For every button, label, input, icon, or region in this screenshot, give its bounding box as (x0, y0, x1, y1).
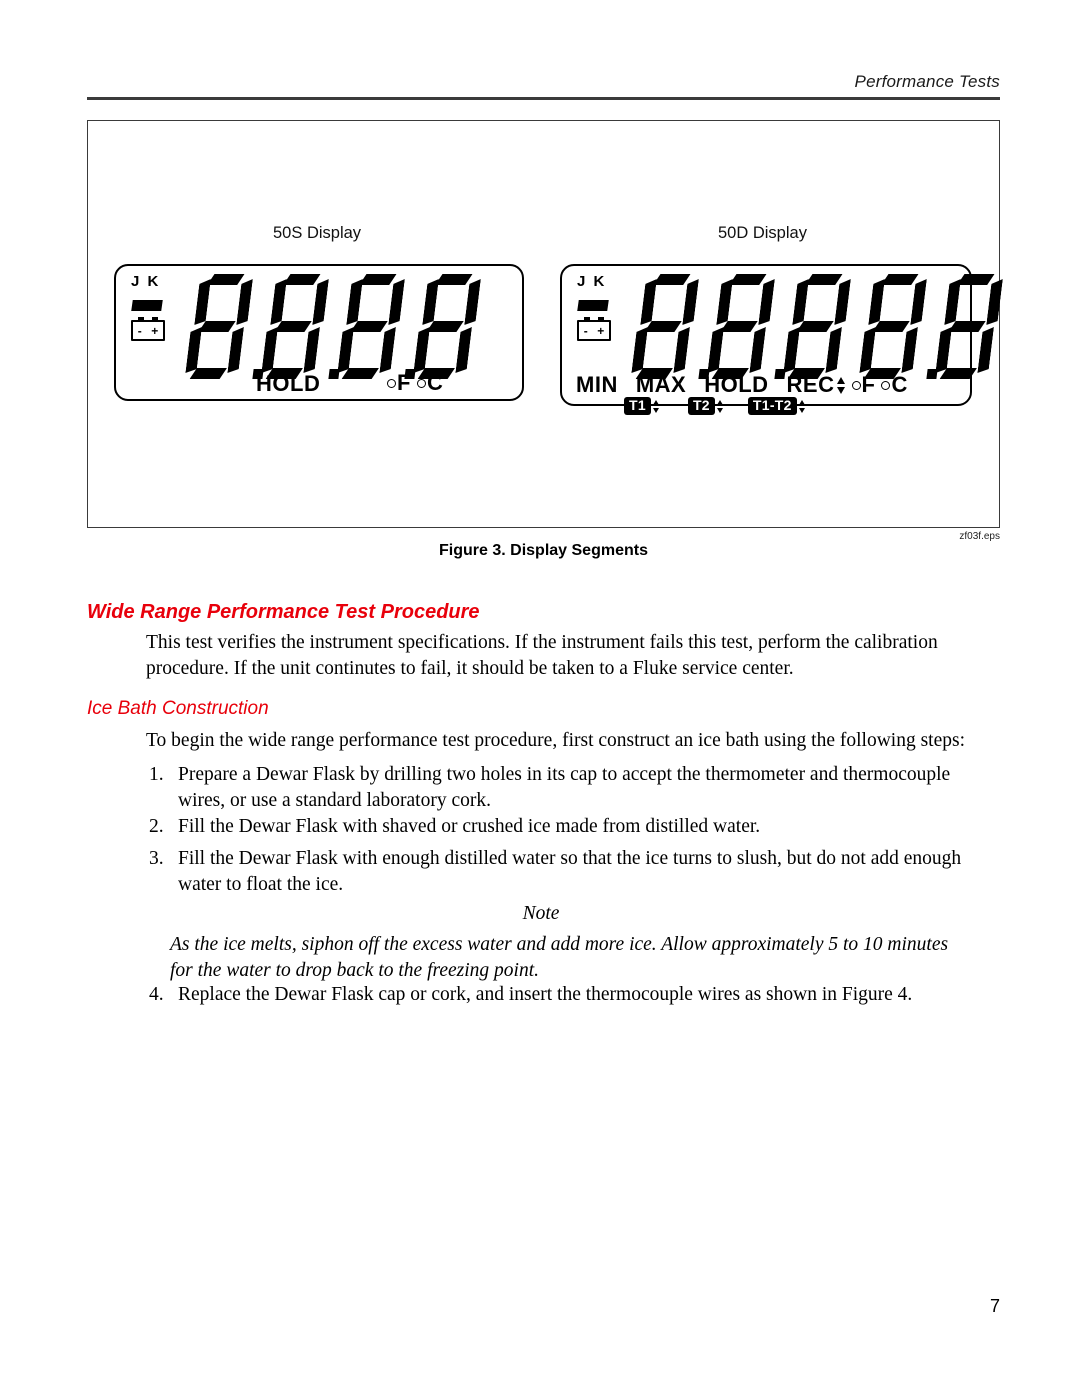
up-down-arrow-icon-t1-t2 (798, 399, 806, 413)
figure-box: 50S Display 50D Display J K - + HOLD F C… (87, 120, 1000, 528)
list-item: 4. Replace the Dewar Flask cap or cork, … (146, 982, 1000, 1008)
negative-sign-icon-50s (131, 300, 163, 311)
display-titles: 50S Display 50D Display (88, 224, 1001, 246)
list-item: 2. Fill the Dewar Flask with shaved or c… (146, 814, 1000, 840)
seven-segment-digits-50d (636, 273, 1002, 381)
battery-minus-label-50d: - (583, 323, 588, 338)
up-down-arrow-icon-rec (836, 376, 846, 394)
channel-badge-t1: T1 (624, 397, 651, 416)
subsection-heading-ice-bath: Ice Bath Construction (87, 698, 269, 719)
seven-segment-digit (705, 273, 780, 381)
lcd-panel-50d: J K - + MIN MAX HOLD REC F C T1 T2 T1-T2 (560, 264, 972, 416)
list-item-text: Fill the Dewar Flask with enough distill… (178, 848, 962, 895)
degree-icon-c-50d (881, 380, 891, 390)
thermocouple-type-label-50d: J K (577, 273, 607, 290)
display-title-50d: 50D Display (718, 224, 807, 242)
hold-label-50s: HOLD (256, 371, 321, 396)
list-item: 1. Prepare a Dewar Flask by drilling two… (146, 762, 1000, 814)
up-down-arrow-icon-t2 (716, 399, 724, 413)
battery-minus-label-50s: - (137, 323, 142, 338)
list-item-number: 1. (149, 764, 164, 785)
rec-label-50d: REC (786, 372, 835, 397)
figure-caption: Figure 3. Display Segments (439, 542, 648, 559)
seven-segment-digit (183, 273, 258, 381)
battery-icon-50s: - + (131, 317, 165, 341)
battery-plus-label-50d: + (597, 323, 605, 338)
list-item-text: Prepare a Dewar Flask by drilling two ho… (178, 764, 951, 811)
fahrenheit-label-50s: F (397, 370, 411, 395)
battery-plus-label-50s: + (151, 323, 159, 338)
display-title-50s: 50S Display (273, 224, 362, 242)
seven-segment-digit (411, 273, 486, 381)
degree-icon-c-50s (416, 378, 426, 388)
list-item-number: 2. (149, 816, 164, 837)
seven-segment-digits-50s (190, 273, 480, 381)
list-item-number: 4. (149, 984, 164, 1005)
degree-icon-f-50s (387, 378, 396, 388)
list-item-text: Replace the Dewar Flask cap or cork, and… (178, 984, 913, 1005)
seven-segment-digit (629, 273, 704, 381)
seven-segment-digit (335, 273, 410, 381)
lcd-panel-50s: J K - + HOLD F C (114, 264, 524, 401)
seven-segment-digit (781, 273, 856, 381)
list-item-text: Fill the Dewar Flask with shaved or crus… (178, 816, 761, 837)
max-label-50d: MAX (635, 372, 687, 397)
running-header: Performance Tests (854, 72, 1000, 91)
hold-label-50d: HOLD (704, 372, 769, 397)
battery-icon-50d: - + (577, 317, 611, 341)
min-label-50d: MIN (576, 372, 618, 397)
celsius-label-50d: C (891, 372, 908, 397)
channel-badge-t1-t2: T1-T2 (747, 397, 797, 416)
seven-segment-digit (933, 273, 1008, 381)
up-down-arrow-icon-t1 (652, 399, 660, 413)
note-body: As the ice melts, siphon off the excess … (170, 934, 949, 981)
thermocouple-type-label-50s: J K (131, 273, 161, 290)
seven-segment-digit (259, 273, 334, 381)
fahrenheit-label-50d: F (861, 372, 876, 397)
page-number: 7 (989, 1296, 1000, 1316)
header-rule (87, 97, 1000, 100)
section-heading-wide-range: Wide Range Performance Test Procedure (87, 601, 480, 623)
hold-annunciator-50s: HOLD (256, 371, 320, 397)
seven-segment-digit (857, 273, 932, 381)
intro-paragraph: This test verifies the instrument specif… (146, 632, 938, 679)
negative-sign-icon-50d (577, 300, 609, 311)
mode-annunciators-50d: MIN MAX HOLD REC F C (576, 372, 908, 398)
annunciator-cluster-50d: J K - + (577, 274, 629, 341)
list-item-number: 3. (149, 848, 164, 869)
annunciator-cluster-50s: J K - + (131, 274, 183, 341)
units-annunciator-50s: F C (387, 370, 443, 396)
degree-icon-f-50d (851, 380, 861, 390)
channel-annunciators-50d: T1 T2 T1-T2 (624, 397, 808, 416)
celsius-label-50s: C (426, 370, 444, 395)
figure-source-label: zf03f.eps (959, 531, 1000, 542)
channel-badge-t2: T2 (687, 397, 715, 416)
note-title: Note (522, 903, 560, 924)
lead-paragraph: To begin the wide range performance test… (146, 730, 965, 751)
list-item: 3. Fill the Dewar Flask with enough dist… (146, 846, 1000, 898)
